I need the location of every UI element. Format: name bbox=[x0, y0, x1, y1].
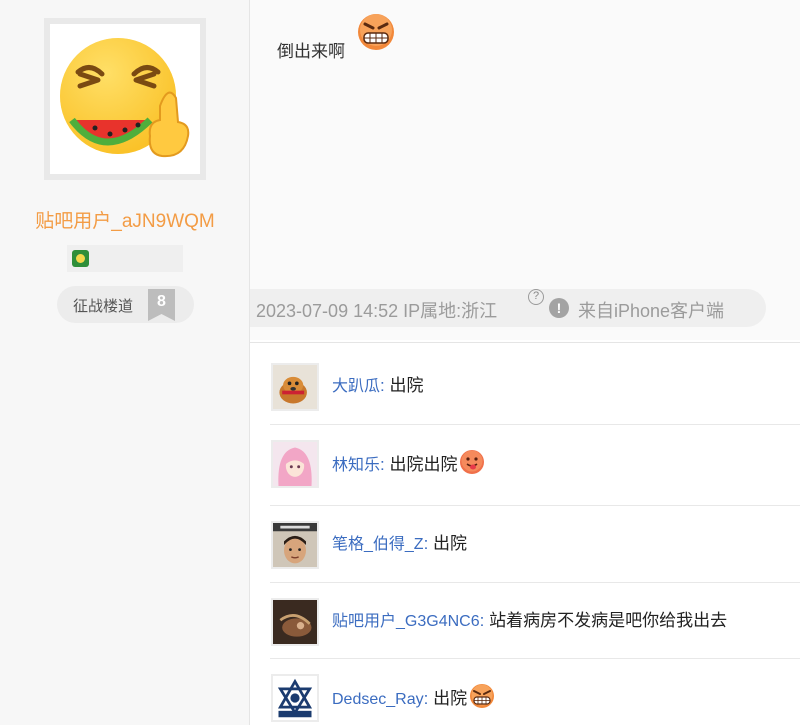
reply-text: 出院 bbox=[433, 534, 468, 553]
post-main: 倒出来啊 2023-07-09 14:52 IP属地:浙江 ? ! 来自iPho… bbox=[250, 0, 800, 725]
reply-text: 出院 bbox=[389, 376, 424, 395]
post-client[interactable]: 来自iPhone客户端 bbox=[578, 297, 724, 323]
reply-colon: : bbox=[479, 611, 485, 630]
help-icon[interactable]: ? bbox=[528, 289, 544, 305]
reply-text: 出院 bbox=[433, 689, 468, 708]
angry-emoji-icon bbox=[468, 682, 496, 710]
author-username[interactable]: 贴吧用户_aJN9WQM bbox=[0, 206, 250, 233]
reply-username[interactable]: 林知乐 bbox=[332, 457, 380, 474]
reply-username[interactable]: 大趴瓜 bbox=[332, 378, 380, 395]
anime-girl-avatar-icon bbox=[273, 442, 317, 486]
reply-text: 站着病房不发病是吧你给我出去 bbox=[489, 611, 728, 630]
reply-avatar[interactable] bbox=[271, 440, 319, 488]
tongue-emoji-icon bbox=[458, 448, 486, 476]
reply-colon: : bbox=[380, 455, 385, 474]
rank-number: 8 bbox=[157, 293, 166, 310]
laughing-watermelon-emoji-icon bbox=[50, 24, 200, 174]
reply-avatar[interactable] bbox=[271, 598, 319, 646]
reply-colon: : bbox=[423, 689, 429, 708]
reply-line: 贴吧用户_G3G4NC6: 站着病房不发病是吧你给我出去 bbox=[332, 606, 727, 631]
post-date: 2023-07-09 14:52 IP属地:浙江 bbox=[256, 301, 498, 321]
reply-line: 林知乐: 出院出院 bbox=[332, 448, 486, 476]
report-icon[interactable]: ! bbox=[549, 298, 569, 318]
divider bbox=[270, 658, 800, 659]
rank-flag-icon: 8 bbox=[148, 289, 175, 321]
reply-avatar[interactable] bbox=[271, 521, 319, 569]
reply-username[interactable]: Dedsec_Ray bbox=[332, 691, 424, 708]
rank-badge[interactable]: 征战楼道 8 bbox=[57, 286, 194, 323]
reply-colon: : bbox=[380, 376, 385, 395]
author-panel: 贴吧用户_aJN9WQM 征战楼道 8 bbox=[0, 0, 250, 725]
ip-location: IP属地:浙江 bbox=[403, 301, 498, 321]
rank-label: 征战楼道 bbox=[73, 298, 134, 315]
divider bbox=[270, 505, 800, 506]
post-text: 倒出来啊 bbox=[277, 42, 345, 61]
man-photo-avatar-icon bbox=[273, 523, 317, 567]
reply-line: Dedsec_Ray: 出院 bbox=[332, 682, 496, 710]
reply-username[interactable]: 贴吧用户_G3G4NC6 bbox=[332, 613, 480, 630]
reply-colon: : bbox=[423, 534, 429, 553]
angry-grin-emoji-icon bbox=[358, 14, 394, 50]
reply-username[interactable]: 笔格_伯得_Z bbox=[332, 536, 424, 553]
post-content: 倒出来啊 2023-07-09 14:52 IP属地:浙江 ? ! 来自iPho… bbox=[250, 0, 800, 340]
divider bbox=[270, 582, 800, 583]
post-meta: 2023-07-09 14:52 IP属地:浙江 ? ! 来自iPhone客户端 bbox=[250, 289, 766, 327]
reply-avatar[interactable] bbox=[271, 363, 319, 411]
reply-line: 笔格_伯得_Z: 出院 bbox=[332, 529, 467, 554]
dog-avatar-icon bbox=[273, 365, 317, 409]
reply-avatar[interactable] bbox=[271, 674, 319, 722]
estar-pro-logo-icon bbox=[273, 676, 317, 720]
level-icon bbox=[72, 250, 89, 267]
divider bbox=[270, 424, 800, 425]
reply-line: 大趴瓜: 出院 bbox=[332, 371, 423, 396]
divider bbox=[250, 342, 800, 343]
author-avatar[interactable] bbox=[44, 18, 206, 180]
reply-text: 出院出院 bbox=[389, 455, 458, 474]
dark-photo-avatar-icon bbox=[273, 600, 317, 644]
level-badge[interactable] bbox=[67, 245, 183, 272]
